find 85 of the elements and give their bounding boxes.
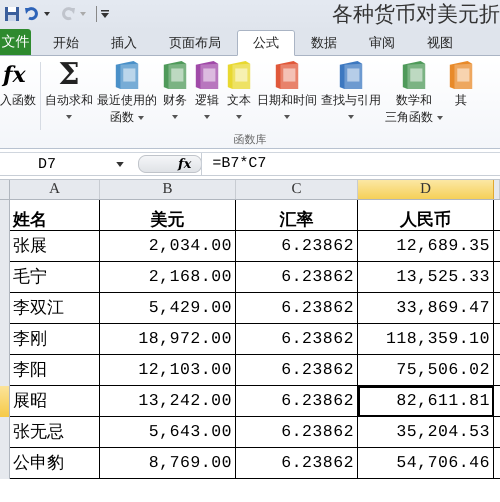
ribbon-button-label[interactable]: 文本: [227, 92, 251, 109]
table-cell: 李双江: [10, 293, 100, 324]
undo-icon[interactable]: [24, 6, 40, 22]
table-cell: 6.23862: [236, 417, 358, 448]
ribbon-tab[interactable]: 插入: [95, 30, 153, 56]
ribbon-button-label[interactable]: 其: [454, 92, 467, 109]
ribbon-button-label[interactable]: 财务: [163, 92, 187, 109]
table-cell: 6.23862: [236, 324, 358, 355]
table-cell: 汇率: [236, 200, 358, 231]
table-cell: 75,506.02: [358, 355, 494, 386]
table-cell: 33,869.47: [358, 293, 494, 324]
save-icon[interactable]: [4, 6, 20, 22]
table-cell: 8,769.00: [100, 448, 236, 479]
caret-icon[interactable]: [348, 115, 354, 119]
table-cell: 公申豹: [10, 448, 100, 479]
ribbon-button-label[interactable]: 函数: [110, 109, 144, 126]
file-tab[interactable]: 文件: [0, 29, 31, 55]
ribbon-tab[interactable]: 公式: [237, 30, 295, 56]
ribbon-button-label[interactable]: 数学和: [396, 92, 432, 109]
column-header[interactable]: D: [358, 180, 494, 199]
table-cell: 5,429.00: [100, 293, 236, 324]
caret-icon[interactable]: [236, 115, 242, 119]
column-header[interactable]: A: [10, 180, 100, 199]
book-icon[interactable]: [161, 58, 189, 92]
table-cell: 6.23862: [236, 386, 358, 417]
ribbon-tab[interactable]: 页面布局: [153, 30, 237, 56]
table-cell: 82,611.81: [358, 386, 494, 417]
caret-icon[interactable]: [116, 162, 124, 166]
group-label: 函数库: [234, 132, 266, 147]
ribbon-button-label[interactable]: 入函数: [0, 92, 36, 109]
table-cell: 12,689.35: [358, 231, 494, 262]
table-cell: 12,103.00: [100, 355, 236, 386]
table-cell: 美元: [100, 200, 236, 231]
table-cell: 毛宁: [10, 262, 100, 293]
table-cell: 李阳: [10, 355, 100, 386]
table-cell: 35,204.53: [358, 417, 494, 448]
book-icon[interactable]: [273, 58, 301, 92]
ribbon-tab[interactable]: 数据: [295, 30, 353, 56]
book-icon[interactable]: [113, 58, 141, 92]
table-cell: 人民币: [358, 200, 494, 231]
table-cell: 54,706.46: [358, 448, 494, 479]
caret-icon[interactable]: [204, 115, 210, 119]
customize-icon[interactable]: [101, 10, 109, 18]
ribbon-tab[interactable]: 审阅: [353, 30, 411, 56]
window-title: 各种货币对美元折: [332, 1, 500, 28]
table-cell: 118,359.10: [358, 324, 494, 355]
table-cell: 2,034.00: [100, 231, 236, 262]
table-cell: 13,242.00: [100, 386, 236, 417]
caret-icon[interactable]: [436, 116, 443, 120]
table-cell: 李刚: [10, 324, 100, 355]
ribbon-tab[interactable]: 开始: [37, 30, 95, 56]
caret-icon[interactable]: [284, 115, 290, 119]
function-icon[interactable]: fx: [178, 156, 192, 172]
ribbon-button-label[interactable]: 逻辑: [195, 92, 219, 109]
splitter-handle[interactable]: [138, 155, 202, 173]
table-cell: 6.23862: [236, 231, 358, 262]
table-cell: 18,972.00: [100, 324, 236, 355]
function-icon[interactable]: fx: [0, 58, 30, 92]
table-cell: 6.23862: [236, 293, 358, 324]
column-header[interactable]: B: [100, 180, 236, 199]
ribbon-button-label[interactable]: 最近使用的: [97, 92, 157, 109]
ribbon-tab[interactable]: 视图: [411, 30, 469, 56]
ribbon-button-label[interactable]: 日期和时间: [257, 92, 317, 109]
table-cell: 6.23862: [236, 355, 358, 386]
caret-icon[interactable]: [172, 115, 178, 119]
table-cell: 13,525.33: [358, 262, 494, 293]
table-cell: 5,643.00: [100, 417, 236, 448]
ribbon-button-label[interactable]: 查找与引用: [321, 92, 381, 109]
caret-icon[interactable]: [66, 115, 72, 119]
book-icon[interactable]: [193, 58, 221, 92]
table-cell: 姓名: [10, 200, 100, 231]
table-cell: 6.23862: [236, 262, 358, 293]
table-cell: 展昭: [10, 386, 100, 417]
name-box[interactable]: D7: [0, 156, 128, 172]
table-cell: 6.23862: [236, 448, 358, 479]
formula-field[interactable]: =B7*C7: [201, 153, 500, 175]
caret-icon[interactable]: [44, 12, 50, 16]
table-cell: 张无忌: [10, 417, 100, 448]
caret-icon[interactable]: [138, 116, 144, 120]
ribbon-button-label[interactable]: 三角函数: [385, 109, 443, 126]
ribbon-button-label[interactable]: 自动求和: [45, 92, 93, 109]
sum-icon[interactable]: Σ: [58, 58, 80, 92]
table-cell: 2,168.00: [100, 262, 236, 293]
book-icon[interactable]: [337, 58, 365, 92]
table-cell: 张展: [10, 231, 100, 262]
